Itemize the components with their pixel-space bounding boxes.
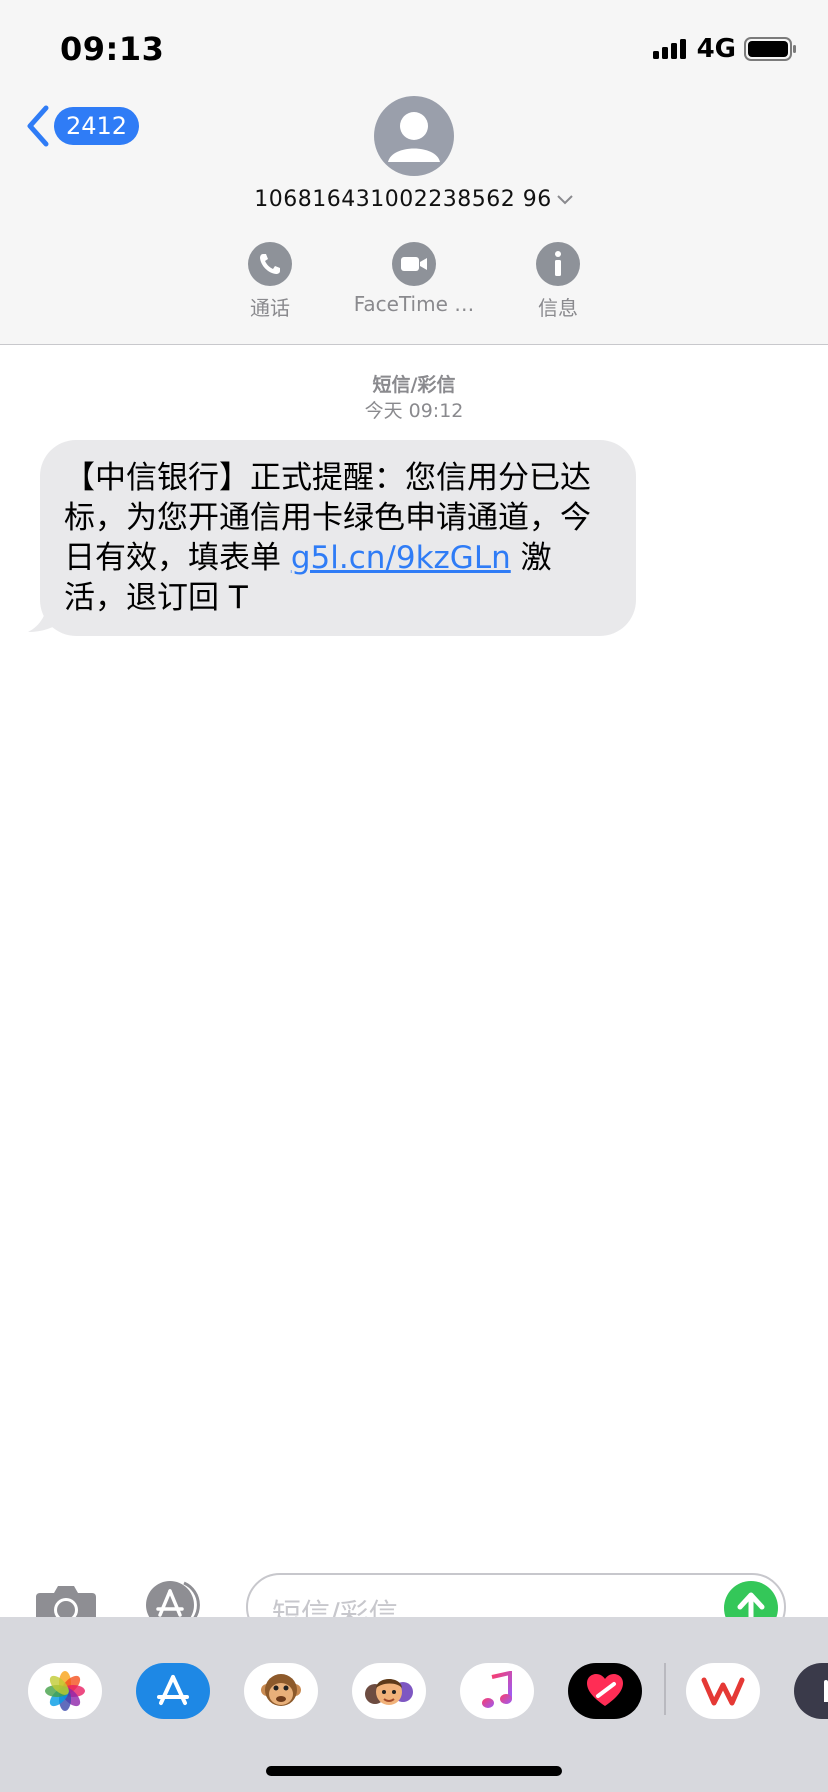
photos-icon: [45, 1671, 85, 1711]
more-apps[interactable]: [794, 1663, 828, 1719]
battery-icon: [744, 37, 796, 61]
bubble-tail: [28, 596, 64, 632]
incoming-message-bubble[interactable]: 【中信银行】正式提醒：您信用分已达标，为您开通信用卡绿色申请通道，今日有效，填表…: [40, 440, 636, 636]
info-label: 信息: [538, 296, 578, 320]
facetime-label: FaceTime …: [353, 292, 475, 316]
facetime-button[interactable]: FaceTime …: [334, 242, 494, 316]
wps-icon: [701, 1677, 745, 1706]
info-icon: [536, 242, 580, 286]
more-apps-icon: [824, 1680, 828, 1702]
music-icon: [482, 1671, 512, 1708]
sender-number[interactable]: 106816431002238562 96: [0, 187, 828, 212]
back-button[interactable]: 2412: [22, 104, 140, 148]
phone-icon: [248, 242, 292, 286]
music-app[interactable]: [460, 1663, 534, 1719]
network-type: 4G: [696, 34, 736, 64]
signal-icon: [652, 39, 686, 59]
video-camera-icon: [392, 242, 436, 286]
person-icon: [388, 112, 440, 162]
status-indicators: 4G: [652, 34, 798, 64]
contact-actions: 通话 FaceTime … 信息: [0, 242, 828, 322]
home-indicator: [266, 1766, 562, 1776]
drawer-divider: [664, 1663, 666, 1715]
info-button[interactable]: 信息: [478, 242, 638, 321]
memoji-icon: [365, 1679, 413, 1705]
unread-count-badge: 2412: [54, 107, 140, 145]
photos-app[interactable]: [28, 1663, 102, 1719]
app-store-icon: [157, 1675, 189, 1705]
app-store-app[interactable]: [136, 1663, 210, 1719]
chevron-left-icon: [27, 105, 49, 147]
animoji-icon: [261, 1674, 301, 1706]
service-type-label: 短信/彩信: [372, 374, 456, 396]
digital-touch-app[interactable]: [568, 1663, 642, 1719]
contact-avatar[interactable]: [374, 96, 454, 176]
wps-app[interactable]: [686, 1663, 760, 1719]
message-timestamp: 今天 09:12: [364, 400, 464, 422]
memoji-app[interactable]: [352, 1663, 426, 1719]
call-button[interactable]: 通话: [190, 242, 350, 321]
chevron-down-icon: [557, 195, 573, 205]
status-time: 09:13: [60, 30, 165, 68]
sender-number-text: 106816431002238562 96: [254, 187, 552, 212]
call-label: 通话: [250, 296, 290, 320]
animoji-app[interactable]: [244, 1663, 318, 1719]
digital-touch-icon: [587, 1674, 623, 1706]
conversation-header: 09:13 4G 2412 106816431002238562 96 通话 F…: [0, 0, 828, 345]
message-link[interactable]: g5l.cn/9kzGLn: [291, 540, 511, 576]
